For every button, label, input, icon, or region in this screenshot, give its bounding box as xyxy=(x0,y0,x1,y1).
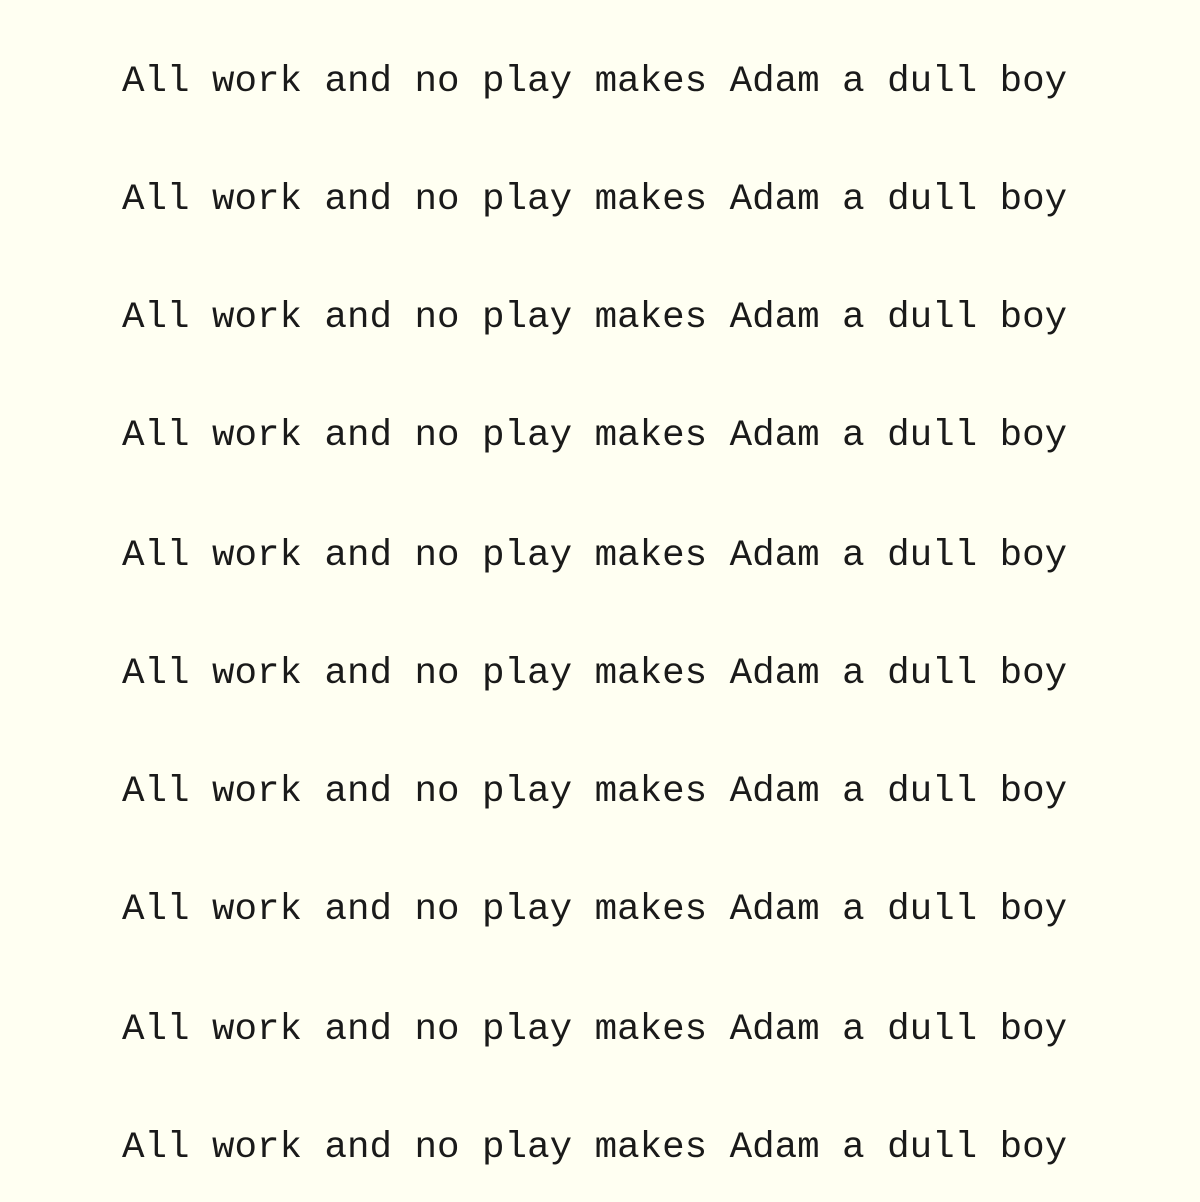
text-line-7: All work and no play makes Adam a dull b… xyxy=(122,771,1068,813)
text-line-6: All work and no play makes Adam a dull b… xyxy=(122,653,1068,695)
typewritten-page: All work and no play makes Adam a dull b… xyxy=(0,0,1200,1202)
text-line-5: All work and no play makes Adam a dull b… xyxy=(122,535,1068,577)
text-line-4: All work and no play makes Adam a dull b… xyxy=(122,415,1068,457)
text-line-1: All work and no play makes Adam a dull b… xyxy=(122,61,1068,103)
text-line-9: All work and no play makes Adam a dull b… xyxy=(122,1009,1068,1051)
text-line-2: All work and no play makes Adam a dull b… xyxy=(122,179,1068,221)
text-line-8: All work and no play makes Adam a dull b… xyxy=(122,889,1068,931)
text-line-10: All work and no play makes Adam a dull b… xyxy=(122,1127,1068,1169)
text-line-3: All work and no play makes Adam a dull b… xyxy=(122,297,1068,339)
